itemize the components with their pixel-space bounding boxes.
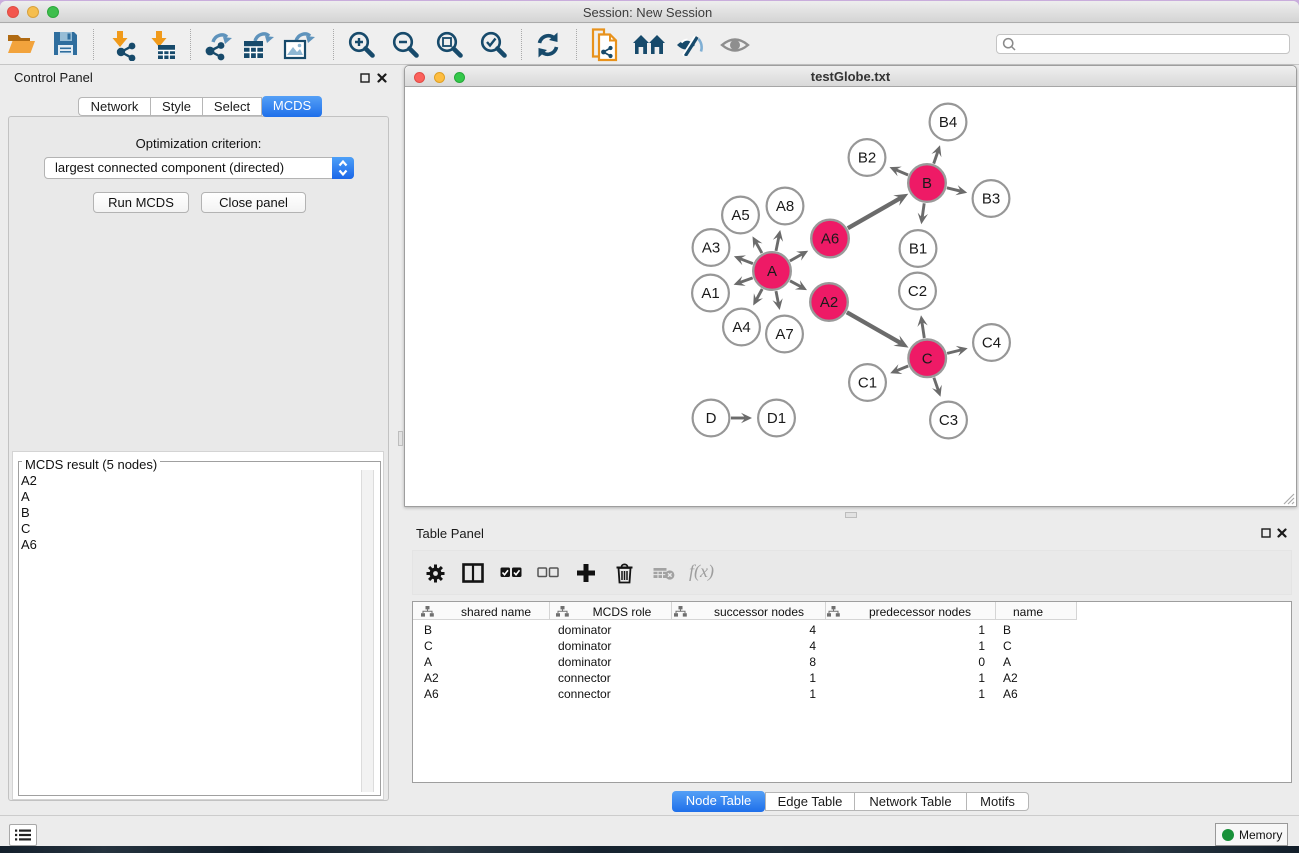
svg-text:B3: B3 [982,191,1000,208]
svg-text:C1: C1 [858,375,877,392]
svg-text:B2: B2 [858,150,876,167]
svg-text:B: B [922,175,932,192]
svg-text:C: C [922,350,933,367]
svg-text:A6: A6 [821,231,839,248]
svg-text:C3: C3 [939,412,958,429]
svg-text:A3: A3 [702,240,720,257]
svg-text:A2: A2 [820,294,838,311]
svg-text:A8: A8 [776,198,794,215]
svg-text:A5: A5 [731,207,749,224]
svg-text:A7: A7 [775,326,793,343]
svg-text:B4: B4 [939,114,957,131]
svg-text:D: D [706,410,717,427]
svg-text:B1: B1 [909,241,927,258]
svg-text:A4: A4 [732,319,750,336]
svg-text:C2: C2 [908,283,927,300]
svg-text:A1: A1 [701,285,719,302]
svg-text:C4: C4 [982,335,1001,352]
svg-text:D1: D1 [767,410,786,427]
svg-text:A: A [767,263,777,280]
